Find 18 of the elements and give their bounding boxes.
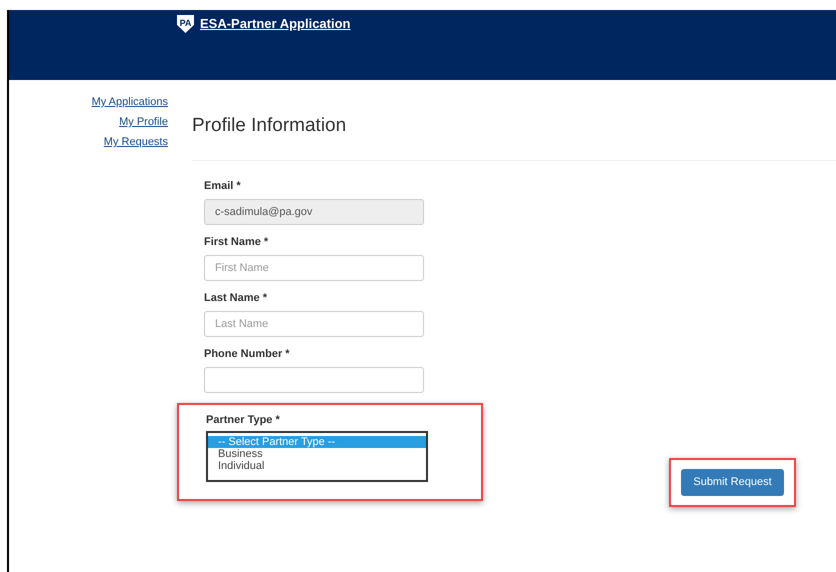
field-label: Last Name * xyxy=(204,291,268,305)
field-label: Email * xyxy=(204,179,242,193)
field-label: First Name * xyxy=(204,235,270,249)
partner-type-listbox[interactable]: -- Select Partner Type -- Business Individual xyxy=(206,431,428,482)
keystone-logo: PA xyxy=(177,15,194,33)
field-label: Partner Type * xyxy=(206,413,281,427)
sidebar-link[interactable]: My Applications xyxy=(92,94,168,110)
list-option[interactable]: Business xyxy=(208,448,426,460)
input-field[interactable]: Last Name xyxy=(204,311,424,337)
list-option[interactable]: Individual xyxy=(208,460,426,472)
sidebar-link[interactable]: My Requests xyxy=(104,134,168,150)
input-field[interactable]: First Name xyxy=(204,255,424,281)
app-title-link[interactable]: ESA-Partner Application xyxy=(200,15,350,33)
submit-button[interactable]: Submit Request xyxy=(681,469,784,496)
sidebar-link[interactable]: My Profile xyxy=(119,114,168,130)
field-label: Phone Number * xyxy=(204,347,291,361)
page-heading: Profile Information xyxy=(192,114,348,138)
input-field[interactable] xyxy=(204,367,424,393)
